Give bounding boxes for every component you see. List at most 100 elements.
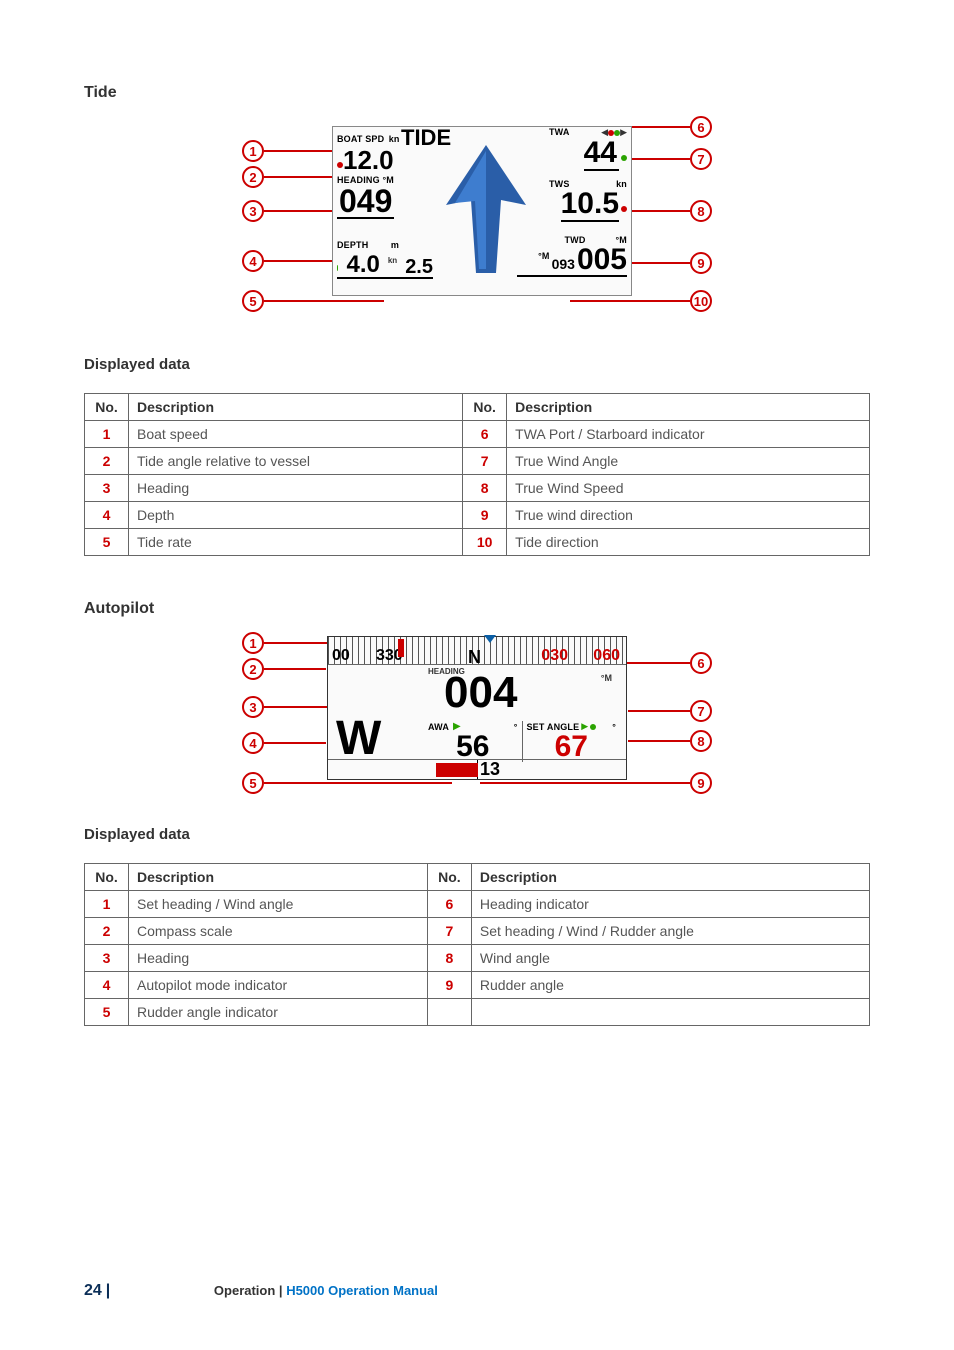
cell-no: 8	[427, 945, 471, 972]
cell-no: 5	[85, 529, 129, 556]
leader-7	[628, 710, 690, 712]
table-row: 2 Compass scale 7 Set heading / Wind / R…	[85, 918, 870, 945]
callout-5: 5	[242, 772, 264, 794]
heading-block: HEADING °M 049	[337, 175, 394, 219]
cell-no: 3	[85, 945, 129, 972]
callout-10: 10	[690, 290, 712, 312]
cell-desc: Tide angle relative to vessel	[129, 448, 463, 475]
leader-9	[630, 262, 690, 264]
cell-desc: Wind angle	[471, 945, 869, 972]
footer-section: Operation	[214, 1283, 275, 1298]
autopilot-table-title: Displayed data	[84, 826, 870, 843]
compass-tick: 00	[332, 647, 350, 665]
cell-no: 4	[85, 972, 129, 999]
cell-no: 1	[85, 891, 129, 918]
twd-value: 005	[577, 245, 627, 275]
heading-indicator-icon	[484, 635, 496, 643]
callout-6: 6	[690, 652, 712, 674]
leader-4	[264, 742, 326, 744]
cell-desc: Boat speed	[129, 421, 463, 448]
twa-label: TWA	[549, 127, 570, 138]
callout-8: 8	[690, 730, 712, 752]
callout-3: 3	[242, 200, 264, 222]
cell-no: 3	[85, 475, 129, 502]
trend-dot-icon	[621, 206, 627, 212]
autopilot-instrument: 00 330 N 030 060 HEADING °M 004 W AWA ▶	[327, 636, 627, 780]
page-footer: 24| Operation | H5000 Operation Manual	[84, 1282, 438, 1300]
th-desc: Description	[129, 394, 463, 421]
table-row: 1 Boat speed 6 TWA Port / Starboard indi…	[85, 421, 870, 448]
tide-data-table: No. Description No. Description 1 Boat s…	[84, 393, 870, 556]
ap-setangle-block: SET ANGLE ▶ ° 67	[523, 721, 621, 762]
awa-value: 56	[428, 732, 518, 762]
leader-7	[630, 158, 690, 160]
table-row: 3 Heading 8 Wind angle	[85, 945, 870, 972]
compass-tick: N	[468, 647, 481, 668]
callout-1: 1	[242, 140, 264, 162]
cell-no: 9	[463, 502, 507, 529]
tws-value: 10.5	[561, 187, 619, 222]
leader-4	[264, 260, 334, 262]
cell-no: 6	[427, 891, 471, 918]
th-no: No.	[427, 864, 471, 891]
tide-diagram: 1 2 3 4 5 6 7 8 9 10 BOAT SPD kn 12.0 TI…	[242, 108, 712, 316]
cell-no: 5	[85, 999, 129, 1026]
tide-table-title: Displayed data	[84, 356, 870, 373]
cell-no: 1	[85, 421, 129, 448]
th-no: No.	[85, 864, 129, 891]
leader-9	[480, 782, 690, 784]
cell-desc: Rudder angle	[471, 972, 869, 999]
table-row: 1 Set heading / Wind angle 6 Heading ind…	[85, 891, 870, 918]
cell-desc: Heading	[129, 945, 428, 972]
ap-awa-block: AWA ▶ ° 56	[424, 721, 523, 762]
boat-spd-label: BOAT SPD	[337, 134, 384, 144]
cell-desc: Depth	[129, 502, 463, 529]
leader-8	[628, 740, 690, 742]
th-desc: Description	[471, 864, 869, 891]
trend-dot-icon	[621, 155, 627, 161]
cell-no: 7	[427, 918, 471, 945]
cell-no: 4	[85, 502, 129, 529]
callout-1: 1	[242, 632, 264, 654]
table-row: 5 Tide rate 10 Tide direction	[85, 529, 870, 556]
rudder-angle-indicator-icon	[436, 763, 478, 777]
ap-heading-unit: °M	[601, 673, 612, 683]
leader-5	[264, 782, 452, 784]
boat-spd-block: BOAT SPD kn 12.0	[337, 129, 400, 174]
th-no: No.	[463, 394, 507, 421]
compass-tick: 030	[541, 647, 568, 665]
depth-unit: m	[391, 240, 399, 250]
awa-unit: °	[514, 722, 518, 732]
table-row: 3 Heading 8 True Wind Speed	[85, 475, 870, 502]
tide-rate-unit: kn	[388, 256, 397, 265]
callout-9: 9	[690, 772, 712, 794]
th-desc: Description	[129, 864, 428, 891]
cell-no: 2	[85, 448, 129, 475]
callout-6: 6	[690, 116, 712, 138]
cell-desc	[471, 999, 869, 1026]
cell-desc: Compass scale	[129, 918, 428, 945]
cell-desc: Tide direction	[507, 529, 870, 556]
awa-label: AWA	[428, 722, 449, 732]
table-row: 4 Depth 9 True wind direction	[85, 502, 870, 529]
set-heading-indicator-icon	[398, 639, 404, 657]
table-row: 2 Tide angle relative to vessel 7 True W…	[85, 448, 870, 475]
twd-block: TWD °M °M 093 005	[517, 235, 627, 277]
depth-block: DEPTH m 4.0 kn 2.5	[337, 235, 433, 279]
cell-no: 7	[463, 448, 507, 475]
cell-desc: Tide rate	[129, 529, 463, 556]
page-number: 24	[84, 1282, 102, 1299]
ap-mode-indicator: W	[336, 715, 381, 763]
heading-value: 049	[337, 185, 394, 219]
tide-heading: Tide	[84, 84, 870, 102]
cell-desc: True wind direction	[507, 502, 870, 529]
leader-2	[264, 668, 326, 670]
leader-5	[264, 300, 384, 302]
cell-desc: Heading	[129, 475, 463, 502]
autopilot-diagram: 1 2 3 4 5 6 7 8 9 00 330 N 030 060	[242, 632, 712, 802]
rudder-value: 13	[480, 760, 500, 778]
th-no: No.	[85, 394, 129, 421]
cell-no: 2	[85, 918, 129, 945]
compass-tick: 060	[593, 647, 620, 665]
callout-4: 4	[242, 250, 264, 272]
